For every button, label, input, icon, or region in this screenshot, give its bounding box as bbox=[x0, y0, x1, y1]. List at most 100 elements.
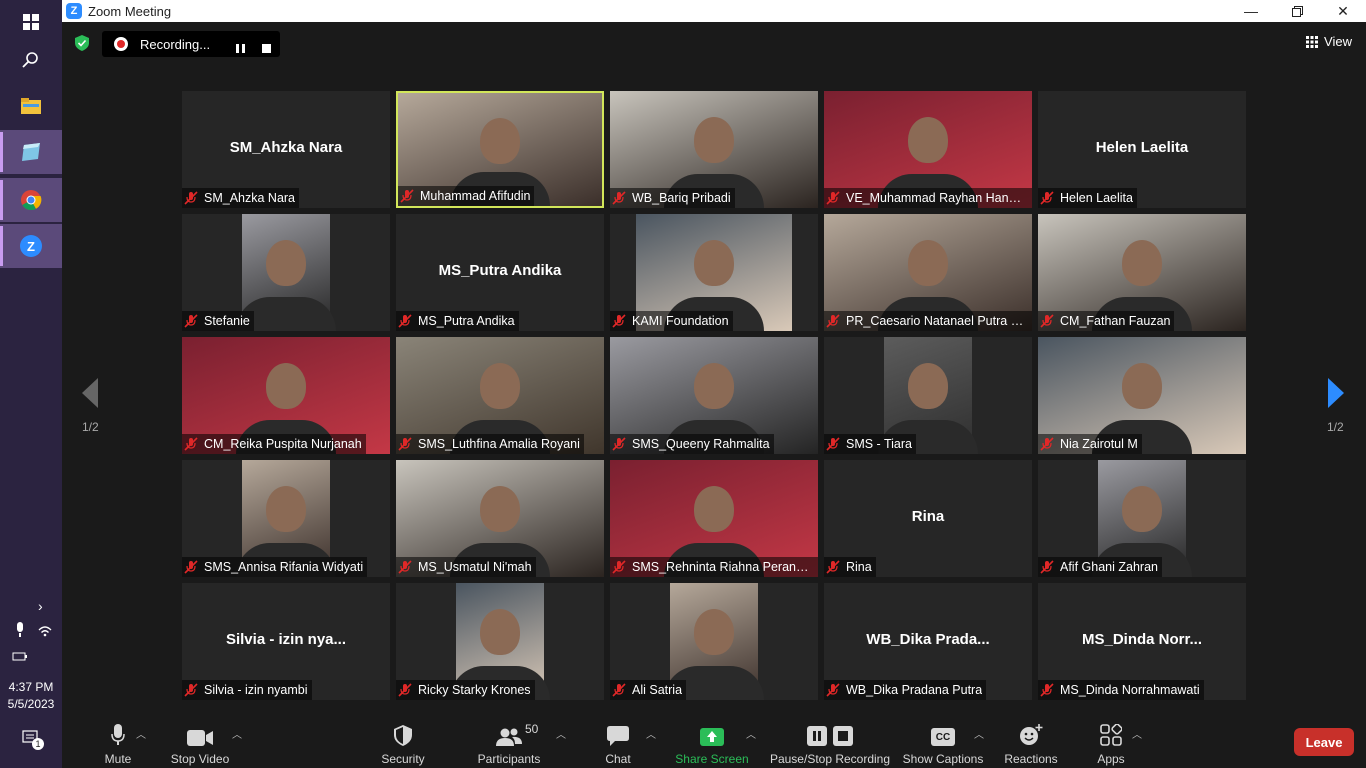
participant-tile[interactable]: Muhammad Afifudin bbox=[396, 91, 604, 208]
mute-label: Mute bbox=[104, 752, 132, 766]
participant-name: MS_Usmatul Ni'mah bbox=[418, 560, 532, 574]
muted-mic-icon bbox=[1040, 560, 1054, 574]
participant-silhouette bbox=[480, 608, 520, 655]
participant-display-name: Helen Laelita bbox=[1095, 139, 1189, 156]
participant-tile[interactable]: Silvia - izin nya... Silvia - izin nyambi bbox=[182, 583, 390, 700]
participant-tile[interactable]: WB_Dika Prada... WB_Dika Pradana Putra bbox=[824, 583, 1032, 700]
chat-button[interactable]: Chat bbox=[598, 720, 638, 766]
microphone-icon bbox=[111, 720, 125, 746]
muted-mic-icon bbox=[398, 683, 412, 697]
previous-page-arrow-icon[interactable] bbox=[80, 378, 100, 408]
participant-tile[interactable]: CM_Fathan Fauzan bbox=[1038, 214, 1246, 331]
audio-options-caret-icon[interactable]: ︿ bbox=[136, 726, 146, 741]
participant-name-label: Ali Satria bbox=[610, 680, 687, 700]
notification-count: 1 bbox=[32, 738, 44, 750]
participant-name: VE_Muhammad Rayhan Hanaf... bbox=[846, 191, 1028, 205]
share-caret-icon[interactable]: ︿ bbox=[746, 726, 756, 741]
clock-time[interactable]: 4:37 PM bbox=[0, 680, 62, 694]
participant-tile[interactable]: SMS_Luthfina Amalia Royani bbox=[396, 337, 604, 454]
participant-tile[interactable]: VE_Muhammad Rayhan Hanaf... bbox=[824, 91, 1032, 208]
participant-name: MS_Dinda Norrahmawati bbox=[1060, 683, 1200, 697]
participant-name: Muhammad Afifudin bbox=[420, 189, 531, 203]
participant-silhouette bbox=[480, 117, 520, 164]
stop-recording-icon[interactable] bbox=[262, 40, 271, 58]
stop-video-button[interactable]: Stop Video bbox=[168, 720, 232, 766]
next-page-arrow-icon[interactable] bbox=[1326, 378, 1346, 408]
participant-tile[interactable]: WB_Bariq Pribadi bbox=[610, 91, 818, 208]
chevron-right-icon[interactable]: › bbox=[38, 598, 43, 614]
app-window-icon[interactable] bbox=[0, 130, 62, 174]
notification-icon[interactable]: 1 bbox=[22, 730, 44, 751]
reactions-label: Reactions bbox=[1004, 752, 1058, 766]
apps-button[interactable]: Apps bbox=[1092, 720, 1130, 766]
pause-recording-icon[interactable] bbox=[236, 40, 245, 58]
participant-tile[interactable]: Ali Satria bbox=[610, 583, 818, 700]
close-icon[interactable]: ✕ bbox=[1320, 0, 1366, 22]
participant-tile[interactable]: Stefanie bbox=[182, 214, 390, 331]
participants-caret-icon[interactable]: ︿ bbox=[556, 726, 566, 741]
participant-tile[interactable]: SMS - Tiara bbox=[824, 337, 1032, 454]
participants-button[interactable]: 50 Participants bbox=[474, 720, 544, 766]
participant-tile[interactable]: MS_Dinda Norr... MS_Dinda Norrahmawati bbox=[1038, 583, 1246, 700]
participant-tile[interactable]: SMS_Rehninta Riahna Perangi... bbox=[610, 460, 818, 577]
page-indicator-left: 1/2 bbox=[82, 420, 99, 434]
chat-caret-icon[interactable]: ︿ bbox=[646, 726, 656, 741]
participant-name-label: SMS_Annisa Rifania Widyati bbox=[182, 557, 368, 577]
zoom-app-icon[interactable]: Z bbox=[0, 224, 62, 268]
participant-tile[interactable]: SMS_Annisa Rifania Widyati bbox=[182, 460, 390, 577]
show-captions-button[interactable]: CC Show Captions bbox=[902, 720, 984, 766]
participant-tile[interactable]: Helen Laelita Helen Laelita bbox=[1038, 91, 1246, 208]
share-screen-button[interactable]: Share Screen bbox=[674, 720, 750, 766]
participant-name: CM_Fathan Fauzan bbox=[1060, 314, 1171, 328]
apps-caret-icon[interactable]: ︿ bbox=[1132, 726, 1142, 741]
participant-name-label: MS_Dinda Norrahmawati bbox=[1038, 680, 1204, 700]
restore-icon[interactable] bbox=[1274, 0, 1320, 22]
reactions-button[interactable]: Reactions bbox=[1002, 720, 1060, 766]
zoom-logo-icon: Z bbox=[66, 3, 82, 19]
participant-tile[interactable]: PR_Caesario Natanael Putra R... bbox=[824, 214, 1032, 331]
wifi-icon[interactable] bbox=[38, 624, 52, 642]
file-explorer-icon[interactable] bbox=[0, 84, 62, 128]
participant-tile[interactable]: SMS_Queeny Rahmalita bbox=[610, 337, 818, 454]
video-options-caret-icon[interactable]: ︿ bbox=[232, 726, 242, 741]
participant-tile[interactable]: MS_Putra Andika MS_Putra Andika bbox=[396, 214, 604, 331]
recording-controls-icon bbox=[807, 720, 853, 746]
participant-name-label: Afif Ghani Zahran bbox=[1038, 557, 1162, 577]
participant-name-label: MS_Usmatul Ni'mah bbox=[396, 557, 536, 577]
participant-tile[interactable]: MS_Usmatul Ni'mah bbox=[396, 460, 604, 577]
clock-date[interactable]: 5/5/2023 bbox=[0, 697, 62, 711]
participant-tile[interactable]: Nia Zairotul M bbox=[1038, 337, 1246, 454]
zoom-letter: Z bbox=[20, 235, 42, 257]
participant-name: SMS - Tiara bbox=[846, 437, 912, 451]
pause-stop-recording-button[interactable]: Pause/Stop Recording bbox=[768, 720, 892, 766]
microphone-tray-icon[interactable] bbox=[14, 622, 26, 643]
encryption-shield-icon[interactable] bbox=[75, 35, 89, 51]
captions-caret-icon[interactable]: ︿ bbox=[974, 726, 984, 741]
participant-name: PR_Caesario Natanael Putra R... bbox=[846, 314, 1028, 328]
participant-name-label: SMS_Queeny Rahmalita bbox=[610, 434, 774, 454]
participant-tile[interactable]: Afif Ghani Zahran bbox=[1038, 460, 1246, 577]
participant-name-label: Muhammad Afifudin bbox=[398, 186, 535, 206]
muted-mic-icon bbox=[612, 191, 626, 205]
recording-status: Recording... bbox=[140, 36, 211, 52]
muted-mic-icon bbox=[398, 560, 412, 574]
participant-silhouette bbox=[480, 362, 520, 409]
participant-name-label: Silvia - izin nyambi bbox=[182, 680, 312, 700]
security-button[interactable]: Security bbox=[378, 720, 428, 766]
view-button[interactable]: View bbox=[1306, 34, 1352, 49]
participant-tile[interactable]: SM_Ahzka Nara SM_Ahzka Nara bbox=[182, 91, 390, 208]
participant-tile[interactable]: Rina Rina bbox=[824, 460, 1032, 577]
leave-button[interactable]: Leave bbox=[1294, 728, 1354, 756]
search-icon[interactable] bbox=[0, 38, 62, 82]
participant-name-label: MS_Putra Andika bbox=[396, 311, 519, 331]
participant-name: KAMI Foundation bbox=[632, 314, 729, 328]
minimize-icon[interactable]: — bbox=[1228, 0, 1274, 22]
participant-tile[interactable]: Ricky Starky Krones bbox=[396, 583, 604, 700]
participant-name-label: SMS_Rehninta Riahna Perangi... bbox=[610, 557, 818, 577]
battery-icon[interactable] bbox=[12, 648, 28, 666]
windows-taskbar: Z › 4:37 PM 5/5/2023 1 bbox=[0, 0, 62, 768]
participant-name-label: PR_Caesario Natanael Putra R... bbox=[824, 311, 1032, 331]
participant-tile[interactable]: KAMI Foundation bbox=[610, 214, 818, 331]
participant-tile[interactable]: CM_Reika Puspita Nurjanah bbox=[182, 337, 390, 454]
chrome-icon[interactable] bbox=[0, 178, 62, 222]
